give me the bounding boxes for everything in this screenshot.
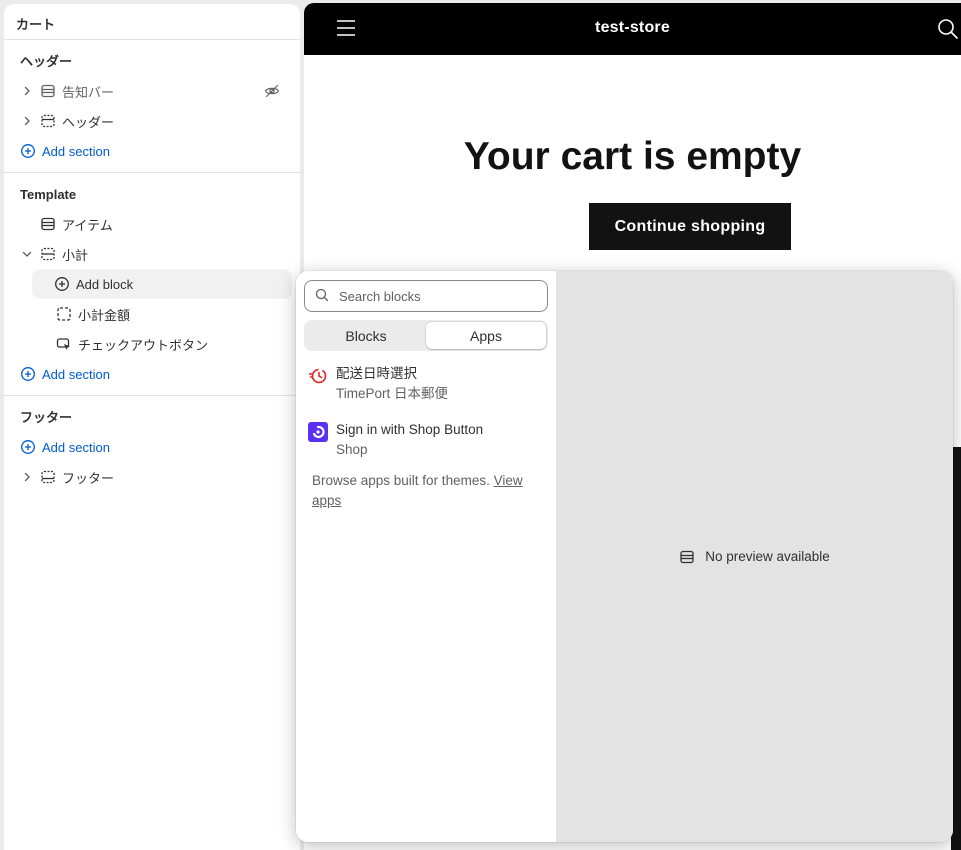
app-block-item[interactable]: 配送日時選択 TimePort 日本郵便 — [308, 364, 548, 404]
add-section-button[interactable]: Add section — [4, 432, 300, 462]
no-preview-label: No preview available — [705, 549, 830, 564]
block-picker-popover: Blocks Apps 配送日時選択 TimePort 日本郵便 Sign in… — [296, 271, 953, 842]
section-subtotal[interactable]: 小計 — [4, 239, 300, 269]
add-block-label: Add block — [76, 276, 134, 292]
search-icon[interactable] — [937, 18, 959, 40]
block-picker-list-pane: Blocks Apps 配送日時選択 TimePort 日本郵便 Sign in… — [296, 271, 556, 842]
block-label: 小計金額 — [78, 307, 131, 323]
store-name[interactable]: test-store — [304, 19, 961, 37]
chevron-down-icon[interactable] — [20, 247, 34, 261]
search-blocks-input[interactable] — [339, 288, 529, 304]
plus-circle-icon — [20, 439, 36, 455]
section-layout-icon — [40, 216, 56, 232]
search-blocks-field[interactable] — [304, 280, 548, 312]
block-checkout-button[interactable]: チェックアウトボタン — [4, 329, 300, 359]
section-label: 告知バー — [62, 84, 115, 100]
tab-apps[interactable]: Apps — [426, 322, 546, 349]
add-section-label: Add section — [42, 439, 110, 455]
section-items[interactable]: アイテム — [4, 209, 300, 239]
chevron-right-icon[interactable] — [20, 470, 34, 484]
add-section-button[interactable]: Add section — [4, 359, 300, 389]
group-heading-footer: フッター — [20, 410, 73, 425]
block-dashed-icon — [56, 306, 72, 322]
footer-group: フッター Add section フッター — [4, 396, 300, 498]
group-heading-template: Template — [20, 187, 77, 202]
no-preview-message: No preview available — [679, 549, 830, 565]
section-layout-icon — [679, 549, 695, 565]
chevron-right-icon[interactable] — [20, 114, 34, 128]
app-block-name: 配送日時選択 — [336, 366, 417, 381]
search-icon — [315, 288, 329, 305]
theme-editor-sidebar: カート ヘッダー 告知バー ヘッダー Add section Template … — [4, 4, 300, 850]
add-block-button[interactable]: Add block — [32, 269, 292, 299]
section-layout-icon — [40, 246, 56, 262]
chevron-right-icon[interactable] — [20, 84, 34, 98]
header-layout-icon — [40, 113, 56, 129]
plus-circle-icon — [20, 143, 36, 159]
continue-shopping-button[interactable]: Continue shopping — [589, 203, 791, 250]
block-subtotal-amount[interactable]: 小計金額 — [4, 299, 300, 329]
template-group: Template アイテム 小計 Add block 小計金額 チェックアウトボ… — [4, 173, 300, 396]
block-type-tabs: Blocks Apps — [304, 320, 548, 351]
browse-apps-label: Browse apps built for themes. — [312, 473, 490, 488]
footer-layout-icon — [40, 469, 56, 485]
section-label: フッター — [62, 470, 115, 486]
section-announcement-bar[interactable]: 告知バー — [4, 76, 300, 106]
add-section-button[interactable]: Add section — [4, 136, 300, 166]
empty-cart-title: Your cart is empty — [463, 135, 802, 178]
section-layout-icon — [40, 83, 56, 99]
section-label: ヘッダー — [62, 114, 115, 130]
browse-apps-text: Browse apps built for themes. View apps — [312, 471, 540, 511]
app-block-vendor: TimePort 日本郵便 — [336, 386, 449, 401]
plus-circle-icon — [20, 366, 36, 382]
eye-hidden-icon[interactable] — [264, 84, 280, 98]
store-header: test-store — [304, 3, 961, 55]
clock-history-icon — [308, 366, 328, 386]
app-block-name: Sign in with Shop Button — [336, 422, 484, 437]
section-label: アイテム — [62, 217, 113, 233]
app-block-item[interactable]: Sign in with Shop Button Shop — [308, 420, 548, 460]
block-preview-pane: No preview available — [556, 271, 953, 842]
cursor-button-icon — [56, 336, 72, 352]
add-section-label: Add section — [42, 143, 110, 159]
plus-circle-icon — [54, 276, 70, 292]
app-block-vendor: Shop — [336, 442, 368, 457]
block-label: チェックアウトボタン — [78, 337, 209, 353]
add-section-label: Add section — [42, 366, 110, 382]
page-title: カート — [4, 4, 300, 40]
section-header[interactable]: ヘッダー — [4, 106, 300, 136]
header-group: ヘッダー 告知バー ヘッダー Add section — [4, 40, 300, 173]
section-label: 小計 — [62, 247, 89, 263]
shop-logo-icon — [308, 422, 328, 442]
section-footer[interactable]: フッター — [4, 462, 300, 492]
tab-blocks[interactable]: Blocks — [306, 322, 426, 349]
group-heading-header: ヘッダー — [20, 54, 73, 69]
